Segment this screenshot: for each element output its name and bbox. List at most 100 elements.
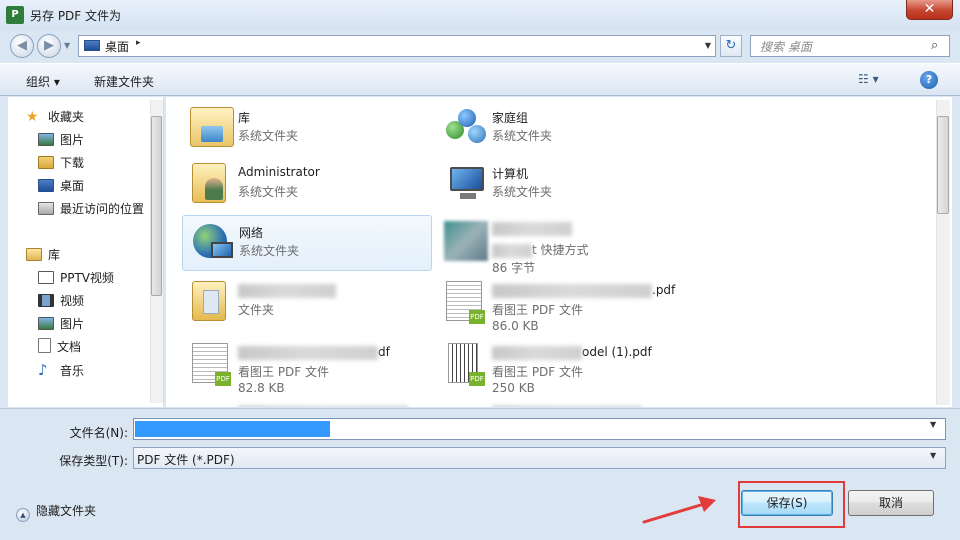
user-folder-icon [192, 163, 226, 203]
navigation-pane: ★ 收藏夹 图片 下载 桌面 最近访问的位置 库 PPTV视频 视频 图片 文档 … [8, 97, 164, 407]
music-icon: ♪ [38, 361, 48, 379]
nav-scrollbar-thumb[interactable] [151, 116, 162, 296]
breadcrumb[interactable]: 桌面 [105, 38, 129, 55]
help-button[interactable]: ? [920, 71, 938, 89]
file-name: 计算机 [492, 167, 529, 181]
nav-item-label: 文档 [57, 340, 82, 354]
file-name: 家庭组 [492, 111, 529, 125]
file-item-libraries[interactable]: 库 系统文件夹 [182, 101, 432, 157]
file-size: 82.8 KB [238, 381, 285, 395]
file-item-pdf-2[interactable]: PDF df 看图王 PDF 文件 82.8 KB [182, 337, 432, 395]
documents-icon [38, 338, 51, 353]
file-type-select[interactable] [133, 447, 946, 469]
file-name-blurred: odel (1).pdf [492, 345, 652, 360]
breadcrumb-arrow-icon[interactable]: ▸ [136, 38, 141, 48]
folder-icon [192, 281, 226, 321]
pdf-file-icon: PDF [192, 343, 231, 386]
file-type: t 快捷方式 [492, 241, 589, 258]
title-bar [0, 0, 960, 30]
nav-item-label: PPTV视频 [60, 271, 115, 285]
nav-libraries-label: 库 [48, 248, 61, 262]
close-button[interactable]: ✕ [906, 0, 953, 20]
file-item-administrator[interactable]: Administrator 系统文件夹 [182, 157, 432, 213]
video-library-icon [38, 271, 54, 284]
file-scrollbar-thumb[interactable] [937, 116, 949, 214]
view-options-button[interactable]: ☷ ▾ [858, 72, 879, 86]
file-name: 库 [238, 111, 251, 125]
file-size: 250 KB [492, 381, 535, 395]
window-title: 另存 PDF 文件为 [30, 9, 122, 23]
file-item-pdf-3[interactable]: PDF odel (1).pdf 看图王 PDF 文件 250 KB [436, 337, 686, 395]
file-item-folder[interactable]: 文件夹 [182, 275, 432, 331]
library-icon [26, 248, 42, 261]
file-type: 看图王 PDF 文件 [492, 303, 584, 317]
nav-item-documents[interactable]: 文档 [38, 337, 81, 357]
network-icon [191, 222, 235, 262]
nav-item-downloads[interactable]: 下载 [38, 153, 84, 173]
nav-item-label: 图片 [60, 133, 85, 147]
recent-locations-dropdown[interactable]: ▼ [64, 41, 70, 50]
chevron-down-icon[interactable]: ▼ [930, 451, 936, 460]
new-folder-button[interactable]: 新建文件夹 [94, 73, 154, 90]
shortcut-icon [444, 221, 488, 261]
nav-favorites[interactable]: ★ 收藏夹 [26, 107, 84, 127]
nav-item-label: 下载 [60, 156, 85, 170]
nav-item-label: 音乐 [60, 364, 85, 378]
pdf-file-icon: PDF [446, 281, 485, 324]
file-size: 86 字节 [492, 261, 536, 275]
nav-item-recent[interactable]: 最近访问的位置 [38, 199, 144, 219]
cancel-button[interactable]: 取消 [848, 490, 934, 516]
nav-item-desktop[interactable]: 桌面 [38, 176, 84, 196]
file-name-text: odel (1).pdf [582, 345, 652, 359]
library-folder-icon [190, 107, 234, 147]
file-name-blurred: .pdf [492, 283, 675, 298]
hide-folders-toggle[interactable]: ▲ 隐藏文件夹 [16, 502, 96, 522]
file-item-network[interactable]: 网络 系统文件夹 [182, 215, 432, 271]
highlight-box [738, 481, 845, 528]
nav-item-music[interactable]: ♪ 音乐 [38, 360, 84, 380]
homegroup-icon [444, 107, 488, 147]
nav-item-pptv[interactable]: PPTV视频 [38, 268, 114, 288]
desktop-icon [38, 179, 54, 192]
file-type: 文件夹 [238, 303, 275, 317]
collapse-icon: ▲ [16, 508, 30, 522]
file-name-blurred [238, 283, 336, 298]
filename-label: 文件名(N): [69, 426, 128, 440]
recent-places-icon [38, 202, 54, 215]
nav-item-label: 最近访问的位置 [60, 202, 145, 216]
file-name-blurred: df [238, 345, 390, 360]
computer-icon [444, 163, 488, 203]
file-type: 系统文件夹 [238, 185, 299, 199]
filename-dropdown-icon[interactable]: ▼ [930, 420, 936, 429]
file-item-shortcut[interactable]: t 快捷方式 86 字节 [436, 215, 686, 275]
file-type: 看图王 PDF 文件 [492, 365, 584, 379]
file-type: 系统文件夹 [238, 129, 299, 143]
arrow-annotation [642, 496, 716, 524]
nav-item-pictures[interactable]: 图片 [38, 130, 84, 150]
file-name-text: .pdf [652, 283, 676, 297]
file-item-pdf-1[interactable]: PDF .pdf 看图王 PDF 文件 86.0 KB [436, 275, 686, 333]
file-item-homegroup[interactable]: 家庭组 系统文件夹 [436, 101, 686, 157]
file-type-text: t 快捷方式 [532, 243, 589, 257]
star-icon: ★ [26, 109, 39, 125]
nav-item-label: 桌面 [60, 179, 85, 193]
nav-item-videos[interactable]: 视频 [38, 291, 84, 311]
search-icon[interactable]: ⌕ [931, 38, 938, 53]
forward-button[interactable]: ▶ [37, 34, 61, 58]
address-bar[interactable] [78, 35, 716, 57]
nav-item-lib-pictures[interactable]: 图片 [38, 314, 84, 334]
back-button[interactable]: ◀ [10, 34, 34, 58]
file-type-label: 保存类型(T): [59, 454, 128, 468]
hide-folders-label: 隐藏文件夹 [36, 504, 97, 518]
search-placeholder: 搜索 桌面 [760, 40, 812, 54]
refresh-button[interactable]: ↻ [720, 35, 742, 57]
file-type-value: PDF 文件 (*.PDF) [137, 453, 235, 467]
file-type: 系统文件夹 [239, 244, 300, 258]
address-dropdown[interactable]: ▼ [700, 37, 716, 55]
file-item-computer[interactable]: 计算机 系统文件夹 [436, 157, 686, 213]
desktop-icon [84, 40, 100, 51]
organize-button[interactable]: 组织 ▾ [26, 73, 60, 90]
nav-libraries[interactable]: 库 [26, 245, 60, 265]
file-type: 系统文件夹 [492, 129, 553, 143]
file-list: 库 系统文件夹 家庭组 系统文件夹 Administrator 系统文件夹 计算… [166, 97, 952, 407]
